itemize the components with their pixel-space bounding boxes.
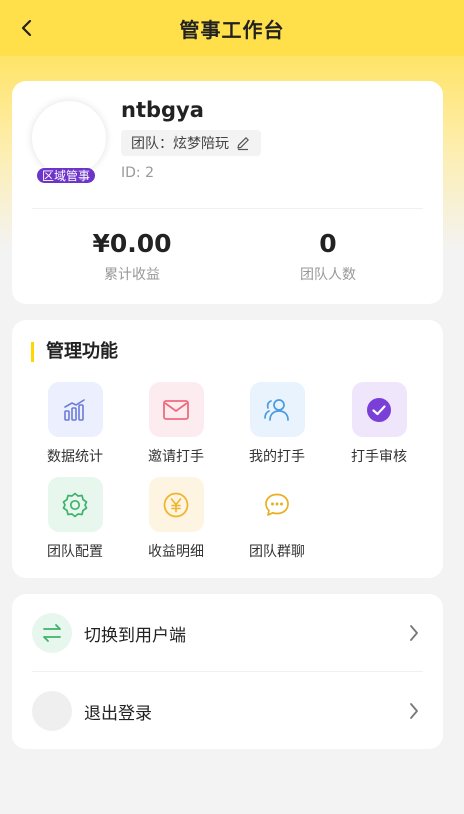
yen-coin-icon xyxy=(163,492,189,517)
switch-to-user-button[interactable]: 切换到用户端 xyxy=(12,594,443,672)
team-name-pill[interactable]: 团队：炫梦陪玩 xyxy=(121,130,261,156)
switch-arrows-icon xyxy=(32,613,72,653)
username: ntbgya xyxy=(121,98,204,122)
chevron-right-icon xyxy=(409,702,419,720)
grid-item-team-config[interactable]: 团队配置 xyxy=(25,477,125,561)
page-title: 管事工作台 xyxy=(179,17,285,42)
edit-pencil-icon[interactable] xyxy=(235,135,251,151)
chat-bubble-icon xyxy=(265,493,289,516)
grid-item-label: 收益明细 xyxy=(148,544,204,560)
stat-value: 0 xyxy=(319,229,337,258)
team-name-label: 团队：炫梦陪玩 xyxy=(131,136,229,152)
logout-icon xyxy=(32,691,72,731)
grid-item-my-players[interactable]: 我的打手 xyxy=(227,382,327,466)
profile-card: 区域管事 ntbgya 团队：炫梦陪玩 ID: 2 ¥0.00 累计收益 0 团… xyxy=(12,81,443,304)
section-title: 管理功能 xyxy=(31,342,118,362)
mail-icon xyxy=(163,399,189,420)
stat-label: 累计收益 xyxy=(104,267,160,283)
icon-box xyxy=(47,382,103,437)
check-circle-icon xyxy=(367,397,391,422)
stat-team-members: 0 团队人数 xyxy=(228,229,428,284)
users-icon xyxy=(264,398,289,421)
role-badge: 区域管事 xyxy=(36,167,97,184)
menu-label: 切换到用户端 xyxy=(84,625,186,646)
avatar[interactable] xyxy=(32,101,106,175)
user-id: ID: 2 xyxy=(121,165,154,181)
back-button[interactable] xyxy=(14,14,38,42)
stat-total-earnings: ¥0.00 累计收益 xyxy=(32,229,232,284)
grid-item-label: 打手审核 xyxy=(351,449,407,465)
menu-card: 切换到用户端 退出登录 xyxy=(12,594,443,749)
grid-item-label: 团队配置 xyxy=(47,544,103,560)
bar-chart-icon xyxy=(64,398,85,421)
divider xyxy=(32,208,423,209)
icon-box xyxy=(351,382,407,437)
grid-item-label: 邀请打手 xyxy=(148,449,204,465)
stat-value: ¥0.00 xyxy=(92,229,172,258)
management-functions-card: 管理功能 数据统计 邀请打手 我的打手 打手审核 团队配置 收益明细 团队群聊 xyxy=(12,320,443,578)
grid-item-label: 数据统计 xyxy=(47,449,103,465)
grid-item-player-review[interactable]: 打手审核 xyxy=(329,382,429,466)
menu-label: 退出登录 xyxy=(84,703,152,724)
icon-box xyxy=(148,477,204,532)
grid-item-label: 我的打手 xyxy=(249,449,305,465)
icon-box xyxy=(148,382,204,437)
logout-button[interactable]: 退出登录 xyxy=(12,672,443,750)
grid-item-label: 团队群聊 xyxy=(249,544,305,560)
icon-box xyxy=(249,382,305,437)
settings-icon xyxy=(62,492,88,517)
grid-item-invite-player[interactable]: 邀请打手 xyxy=(126,382,226,466)
grid-item-earnings-detail[interactable]: 收益明细 xyxy=(126,477,226,561)
chevron-right-icon xyxy=(409,624,419,642)
top-bar: 管事工作台 xyxy=(0,0,464,56)
grid-item-data-stats[interactable]: 数据统计 xyxy=(25,382,125,466)
stat-label: 团队人数 xyxy=(300,267,356,283)
grid-item-team-chat[interactable]: 团队群聊 xyxy=(227,477,327,561)
chevron-left-icon xyxy=(21,19,32,37)
icon-box xyxy=(249,477,305,532)
icon-box xyxy=(47,477,103,532)
